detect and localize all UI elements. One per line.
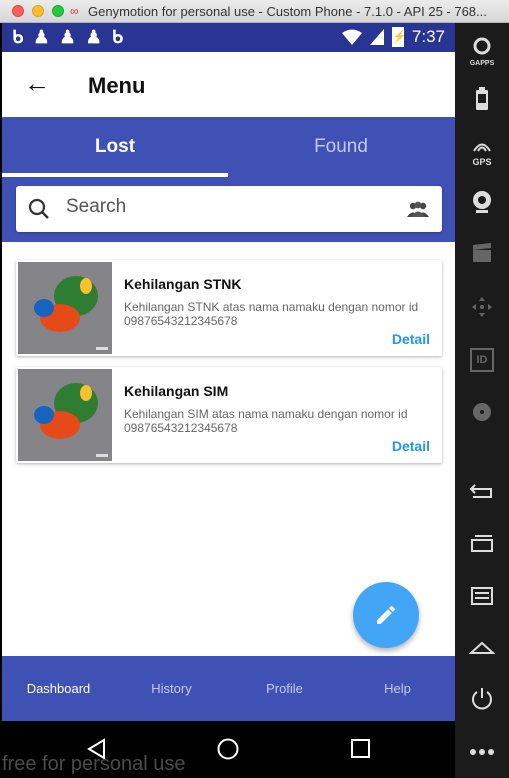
- gps-button[interactable]: GPS: [455, 139, 509, 167]
- bottom-navigation: Dashboard History Profile Help: [2, 656, 455, 721]
- tab-bar: Lost Found: [2, 117, 455, 177]
- people-icon[interactable]: [406, 201, 430, 217]
- lost-item-card[interactable]: Kehilangan SIM Kehilangan SIM atas nama …: [16, 367, 442, 463]
- notification-pawn-icon: ♟: [85, 27, 102, 47]
- pencil-icon: [377, 605, 396, 624]
- gapps-button[interactable]: GAPPS: [455, 37, 509, 67]
- webcam-icon: [473, 191, 491, 213]
- media-button[interactable]: [455, 243, 509, 268]
- device-id-button[interactable]: ID: [455, 348, 509, 372]
- back-hw-icon: [469, 484, 492, 498]
- tab-lost[interactable]: Lost: [2, 117, 228, 177]
- battery-sidebar-icon: [476, 87, 488, 110]
- power-icon: [472, 688, 492, 710]
- detail-button[interactable]: Detail: [392, 438, 430, 454]
- window-titlebar: ∞ Genymotion for personal use - Custom P…: [0, 0, 509, 23]
- signal-icon: [369, 29, 384, 45]
- recents-square-icon[interactable]: [350, 738, 372, 760]
- menu-icon: [471, 587, 493, 605]
- notification-b-icon: ᑲ: [111, 27, 124, 47]
- dpad-icon: [472, 297, 492, 317]
- item-thumbnail: [18, 262, 112, 354]
- item-thumbnail-image: [34, 383, 108, 457]
- dpad-button[interactable]: [455, 296, 509, 323]
- clapperboard-icon: [473, 243, 491, 262]
- gps-icon: [473, 143, 491, 152]
- card-description: Kehilangan STNK atas nama namaku dengan …: [124, 300, 419, 328]
- card-title: Kehilangan STNK: [124, 276, 242, 292]
- gapps-label: GAPPS: [469, 60, 495, 67]
- page-title: Menu: [88, 73, 146, 98]
- gps-label: GPS: [472, 157, 492, 167]
- maximize-window-button[interactable]: [52, 5, 64, 17]
- genymotion-icon: ∞: [70, 4, 79, 18]
- detail-button[interactable]: Detail: [392, 331, 430, 347]
- window-title: Genymotion for personal use - Custom Pho…: [88, 4, 487, 19]
- edit-fab-button[interactable]: [353, 582, 419, 648]
- more-button[interactable]: [455, 743, 509, 761]
- notification-icons: ᑲ ♟ ♟ ♟ ᑲ: [12, 27, 123, 48]
- emulator-sidebar: GAPPS GPS ID: [455, 23, 509, 778]
- nav-history[interactable]: History: [115, 656, 228, 721]
- webcam-button[interactable]: [455, 190, 509, 219]
- gapps-icon: [473, 37, 491, 55]
- watermark-text: free for personal use: [2, 753, 186, 775]
- home-circle-icon[interactable]: [216, 737, 240, 761]
- card-description: Kehilangan SIM atas nama namaku dengan n…: [124, 407, 408, 435]
- recent-apps-icon: [471, 535, 493, 552]
- lost-item-card[interactable]: Kehilangan STNK Kehilangan STNK atas nam…: [16, 260, 442, 356]
- disk-button[interactable]: [455, 401, 509, 428]
- system-icons: ⚡ 7:37: [341, 27, 445, 47]
- notification-pawn-icon: ♟: [59, 27, 76, 47]
- home-hw-icon: [468, 641, 496, 654]
- card-title: Kehilangan SIM: [124, 383, 229, 399]
- device-id-icon: ID: [470, 348, 494, 372]
- nav-help[interactable]: Help: [341, 656, 454, 721]
- home-button[interactable]: [455, 639, 509, 662]
- phone-screen: ᑲ ♟ ♟ ♟ ᑲ ⚡ 7:37 ← Menu Lost Found Searc…: [2, 23, 455, 778]
- status-bar: ᑲ ♟ ♟ ♟ ᑲ ⚡ 7:37: [2, 23, 455, 52]
- nav-profile[interactable]: Profile: [228, 656, 341, 721]
- clock: 7:37: [411, 27, 445, 46]
- search-bar[interactable]: Search: [16, 186, 442, 232]
- tab-found[interactable]: Found: [228, 117, 454, 177]
- menu-button[interactable]: [455, 587, 509, 610]
- wifi-icon: [341, 29, 362, 45]
- app-bar: ← Menu: [2, 52, 455, 117]
- back-button[interactable]: [455, 481, 509, 504]
- notification-b-icon: ᑲ: [12, 27, 24, 47]
- item-thumbnail: [18, 369, 112, 461]
- search-input[interactable]: Search: [66, 196, 126, 218]
- disk-icon: [473, 403, 491, 421]
- nav-dashboard[interactable]: Dashboard: [2, 656, 115, 721]
- search-icon: [28, 198, 49, 219]
- battery-button[interactable]: [455, 87, 509, 116]
- item-thumbnail-image: [34, 276, 108, 350]
- search-area: Search: [2, 177, 455, 242]
- recent-apps-button[interactable]: [455, 535, 509, 558]
- notification-pawn-icon: ♟: [33, 27, 50, 47]
- close-window-button[interactable]: [12, 5, 24, 17]
- minimize-window-button[interactable]: [32, 5, 44, 17]
- power-button[interactable]: [455, 687, 509, 716]
- more-dots-icon: [470, 749, 494, 755]
- back-arrow-icon[interactable]: ←: [24, 70, 50, 96]
- battery-icon: ⚡: [391, 27, 407, 47]
